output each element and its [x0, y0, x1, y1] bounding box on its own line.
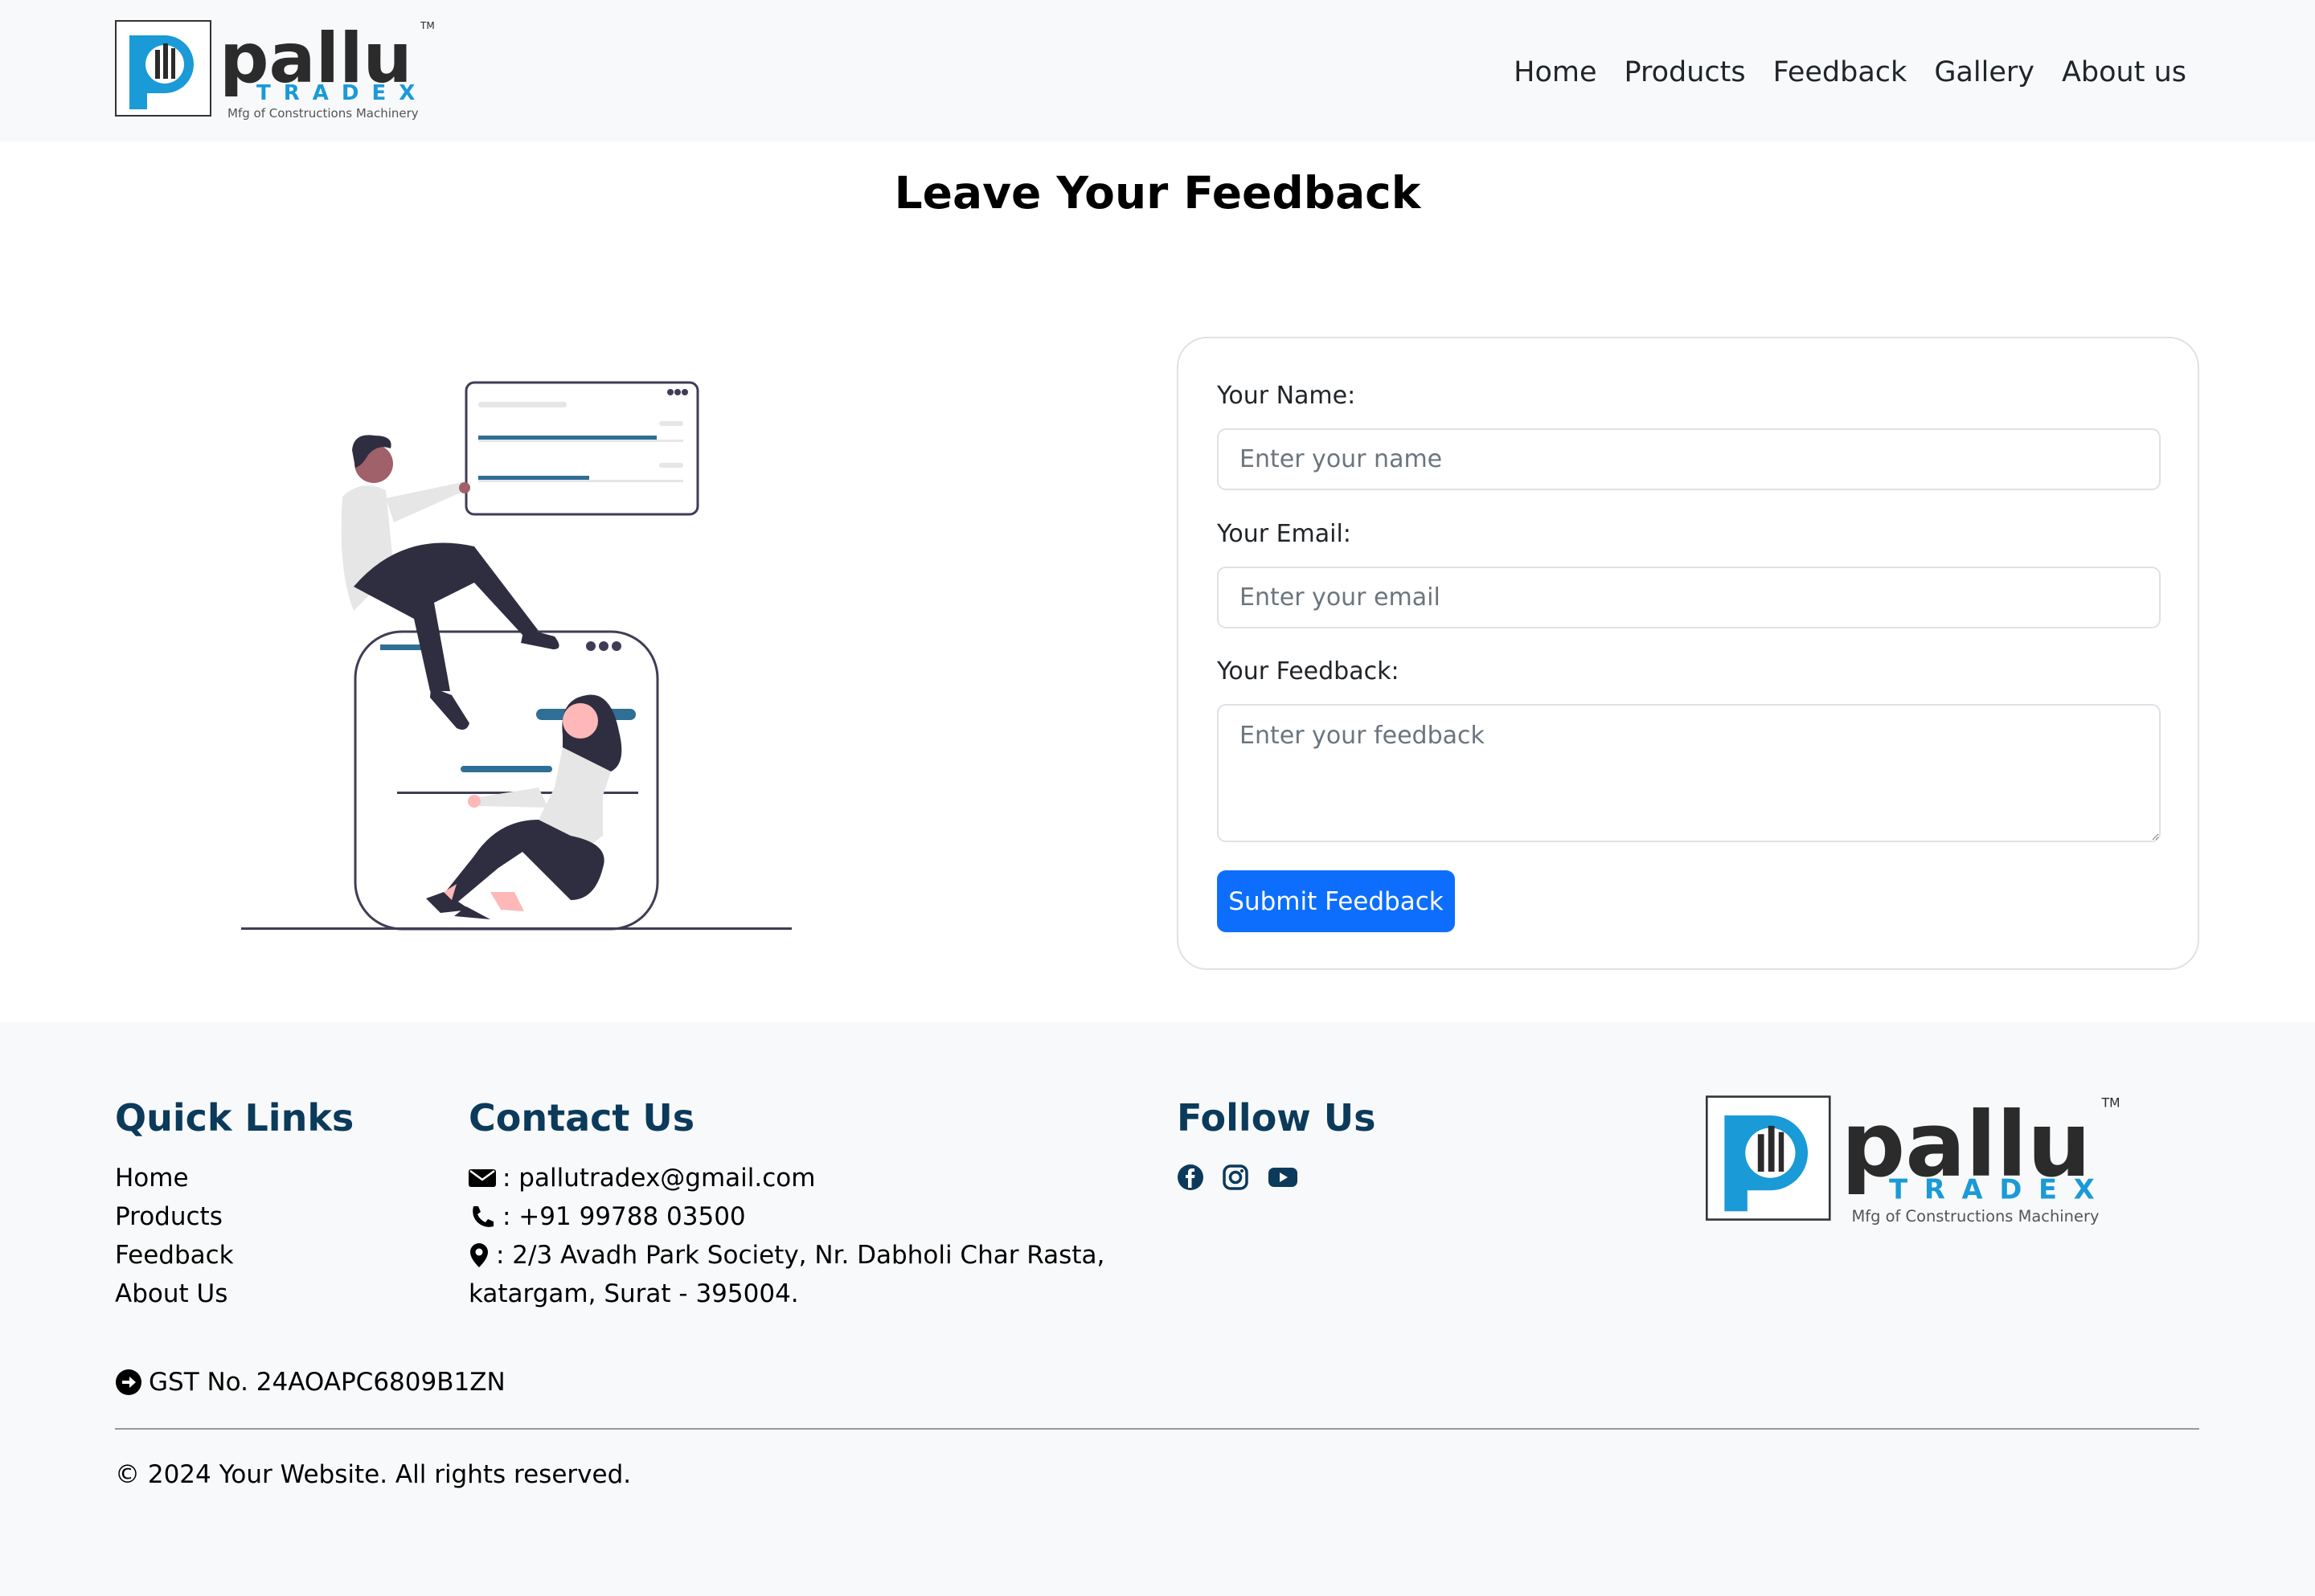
feedback-illustration — [233, 370, 812, 940]
page-title: Leave Your Feedback — [894, 167, 1421, 219]
brand-logo[interactable]: pallu TM TRADEX Mfg of Constructions Mac… — [115, 18, 440, 122]
contact-block: : pallutradex@gmail.com : +91 99788 0350… — [469, 1159, 1104, 1313]
quick-links-heading: Quick Links — [115, 1096, 354, 1140]
nav-gallery[interactable]: Gallery — [1934, 51, 2034, 93]
copyright-text: © 2024 Your Website. All rights reserved… — [115, 1460, 632, 1489]
youtube-icon[interactable] — [1267, 1164, 1297, 1191]
footer-link-products[interactable]: Products — [115, 1202, 223, 1231]
svg-text:TM: TM — [2101, 1096, 2120, 1111]
navbar: pallu TM TRADEX Mfg of Constructions Mac… — [0, 0, 2315, 141]
contact-address: : 2/3 Avadh Park Society, Nr. Dabholi Ch… — [469, 1236, 1104, 1275]
feedback-form-card: Your Name: Your Email: Your Feedback: Su… — [1177, 337, 2199, 970]
list-item: Products — [115, 1197, 234, 1236]
main-nav: Home Products Feedback Gallery About us — [1514, 51, 2186, 93]
envelope-icon — [469, 1169, 496, 1187]
arrow-circle-right-icon — [116, 1369, 141, 1395]
svg-text:Mfg of Constructions Machinery: Mfg of Constructions Machinery — [227, 106, 419, 121]
contact-phone: : +91 99788 03500 — [469, 1197, 1104, 1236]
name-label: Your Name: — [1217, 382, 1356, 410]
footer-link-about-us[interactable]: About Us — [115, 1279, 227, 1308]
nav-products[interactable]: Products — [1624, 51, 1745, 93]
logo-mark-icon: pallu TM TRADEX Mfg of Constructions Mac… — [115, 18, 435, 121]
facebook-icon[interactable] — [1177, 1164, 1204, 1191]
feedback-label: Your Feedback: — [1217, 657, 1399, 685]
phone-icon — [473, 1206, 494, 1227]
nav-home[interactable]: Home — [1514, 51, 1596, 93]
contact-address-line2: katargam, Surat - 395004. — [469, 1279, 799, 1308]
svg-text:TRADEX: TRADEX — [1889, 1174, 2111, 1205]
contact-email-text[interactable]: : pallutradex@gmail.com — [502, 1159, 815, 1197]
nav-about-us[interactable]: About us — [2062, 51, 2186, 93]
instagram-icon[interactable] — [1222, 1164, 1249, 1191]
footer-divider — [115, 1428, 2199, 1430]
social-links — [1177, 1164, 1297, 1191]
svg-text:TM: TM — [420, 20, 435, 31]
list-item: Home — [115, 1159, 234, 1197]
feedback-textarea[interactable] — [1217, 704, 2161, 842]
footer-link-feedback[interactable]: Feedback — [115, 1241, 234, 1270]
contact-email: : pallutradex@gmail.com — [469, 1159, 1104, 1197]
email-input[interactable] — [1217, 567, 2161, 628]
nav-feedback[interactable]: Feedback — [1773, 51, 1907, 93]
gst-info: GST No. 24AOAPC6809B1ZN — [115, 1368, 506, 1397]
submit-feedback-button[interactable]: Submit Feedback — [1217, 870, 1455, 932]
name-input[interactable] — [1217, 428, 2161, 490]
contact-address-line1: : 2/3 Avadh Park Society, Nr. Dabholi Ch… — [496, 1241, 1105, 1270]
footer-link-home[interactable]: Home — [115, 1164, 189, 1193]
email-label: Your Email: — [1217, 520, 1351, 548]
contact-phone-text[interactable]: : +91 99788 03500 — [502, 1197, 746, 1236]
gst-text: GST No. 24AOAPC6809B1ZN — [149, 1368, 506, 1397]
follow-heading: Follow Us — [1177, 1096, 1376, 1140]
footer: Quick Links Home Products Feedback About… — [0, 1022, 2315, 1596]
list-item: About Us — [115, 1275, 234, 1313]
logo-mark-icon: pallu TM TRADEX Mfg of Constructions Mac… — [1706, 1094, 2120, 1226]
list-item: Feedback — [115, 1236, 234, 1275]
contact-heading: Contact Us — [469, 1096, 695, 1140]
quick-links-list: Home Products Feedback About Us — [115, 1159, 234, 1313]
footer-brand-logo: pallu TM TRADEX Mfg of Constructions Mac… — [1706, 1094, 2128, 1228]
map-marker-icon — [470, 1243, 488, 1267]
svg-text:TRADEX: TRADEX — [256, 81, 428, 105]
svg-text:Mfg of Constructions Machinery: Mfg of Constructions Machinery — [1851, 1207, 2099, 1226]
